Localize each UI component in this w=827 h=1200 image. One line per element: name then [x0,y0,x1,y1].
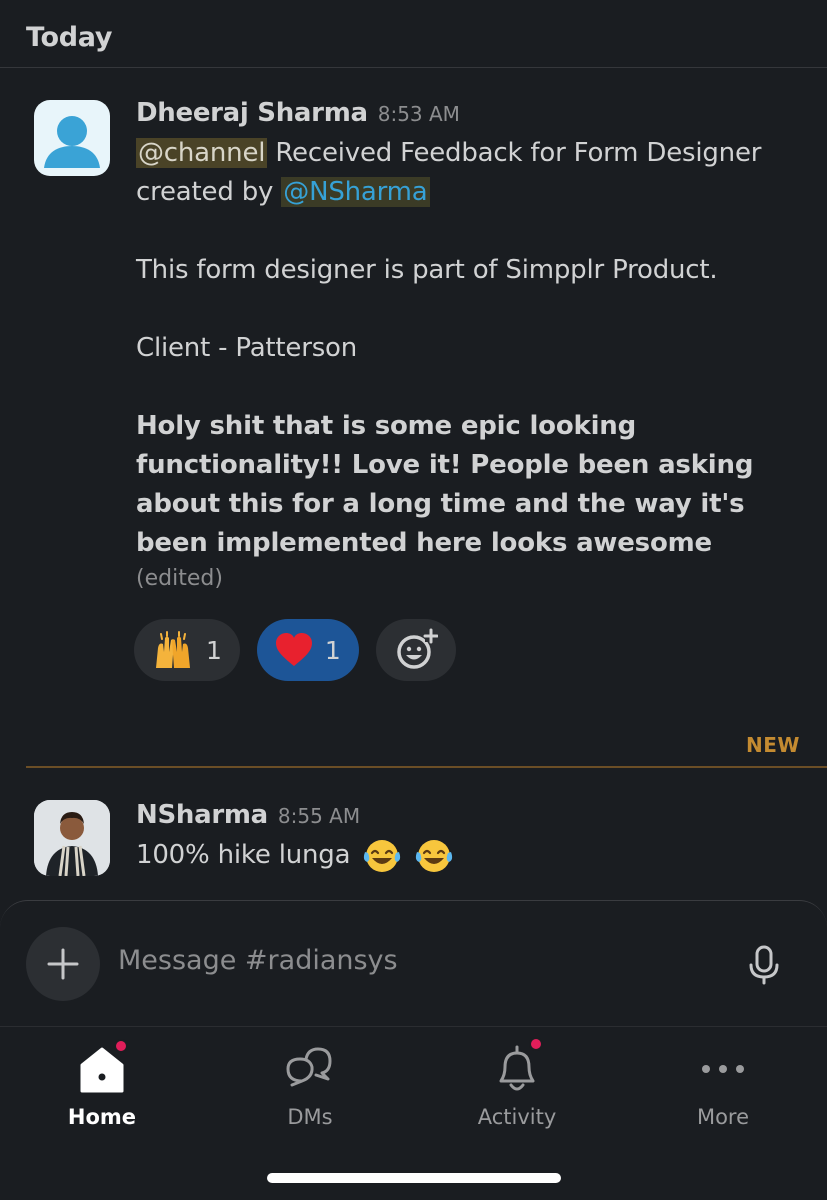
message-body: NSharma 8:55 AM 100% hike lunga [136,800,787,875]
edited-label: (edited) [136,566,223,591]
tab-label: More [696,1105,750,1129]
day-divider-label: Today [26,22,113,53]
tab-activity[interactable]: Activity [457,1037,577,1151]
voice-button[interactable] [746,945,782,985]
message-input[interactable] [118,945,678,976]
plus-icon [47,948,79,980]
notification-badge [529,1037,543,1051]
message-paragraph: @channel Received Feedback for Form Desi… [136,134,787,212]
timestamp[interactable]: 8:55 AM [278,804,360,828]
message-paragraph: This form designer is part of Simpplr Pr… [136,255,718,285]
message-text: @channel Received Feedback for Form Desi… [136,134,787,563]
author-name[interactable]: Dheeraj Sharma [136,98,368,128]
avatar[interactable] [34,800,110,876]
message-header: Dheeraj Sharma 8:53 AM [136,98,787,134]
reaction-count: 1 [206,635,222,665]
tab-home[interactable]: Home [42,1039,162,1151]
slack-channel-screen: Today Dheeraj Sharma 8:53 AM @channel Re… [0,0,827,1200]
home-indicator[interactable] [267,1173,561,1183]
attach-button[interactable] [26,927,100,1001]
more-icon [695,1041,751,1097]
message-body: Dheeraj Sharma 8:53 AM @channel Received… [136,98,787,595]
reactions-bar: 1 1 [134,619,456,681]
tab-label: Home [67,1105,137,1129]
tears-of-joy-icon [416,839,453,872]
message-paragraph: Client - Patterson [136,333,358,363]
tab-label: DMs [287,1105,333,1129]
user-mention[interactable]: @NSharma [281,177,430,207]
bell-icon [489,1037,545,1097]
message-text-segment: 100% hike lunga [136,840,351,870]
tab-dms[interactable]: DMs [250,1041,370,1151]
add-reaction-button[interactable] [375,619,456,681]
add-emoji-icon [397,628,438,669]
user-photo-icon [34,800,110,876]
reaction-raising-hands[interactable]: 1 [134,619,240,681]
reaction-count: 1 [324,635,341,665]
timestamp[interactable]: 8:53 AM [378,102,460,126]
message-text: 100% hike lunga [136,836,787,875]
day-divider: Today [0,0,827,68]
tears-of-joy-icon [364,839,401,872]
dms-icon [282,1041,338,1097]
reaction-red-heart[interactable]: 1 [256,619,359,681]
message-paragraph-bold: Holy shit that is some epic looking func… [136,411,754,558]
home-icon [74,1039,130,1097]
microphone-icon [749,945,779,985]
message-composer [0,900,827,1026]
raising-hands-icon [156,631,190,668]
notification-badge [114,1039,128,1053]
default-user-icon [44,116,100,168]
new-messages-divider [26,766,827,768]
avatar[interactable] [34,100,110,176]
red-heart-icon [275,633,312,666]
author-name[interactable]: NSharma [136,800,268,830]
tab-more[interactable]: More [663,1041,783,1151]
tab-label: Activity [477,1105,557,1129]
message-header: NSharma 8:55 AM [136,800,787,836]
channel-mention[interactable]: @channel [136,138,268,168]
new-messages-label: NEW [746,733,800,757]
